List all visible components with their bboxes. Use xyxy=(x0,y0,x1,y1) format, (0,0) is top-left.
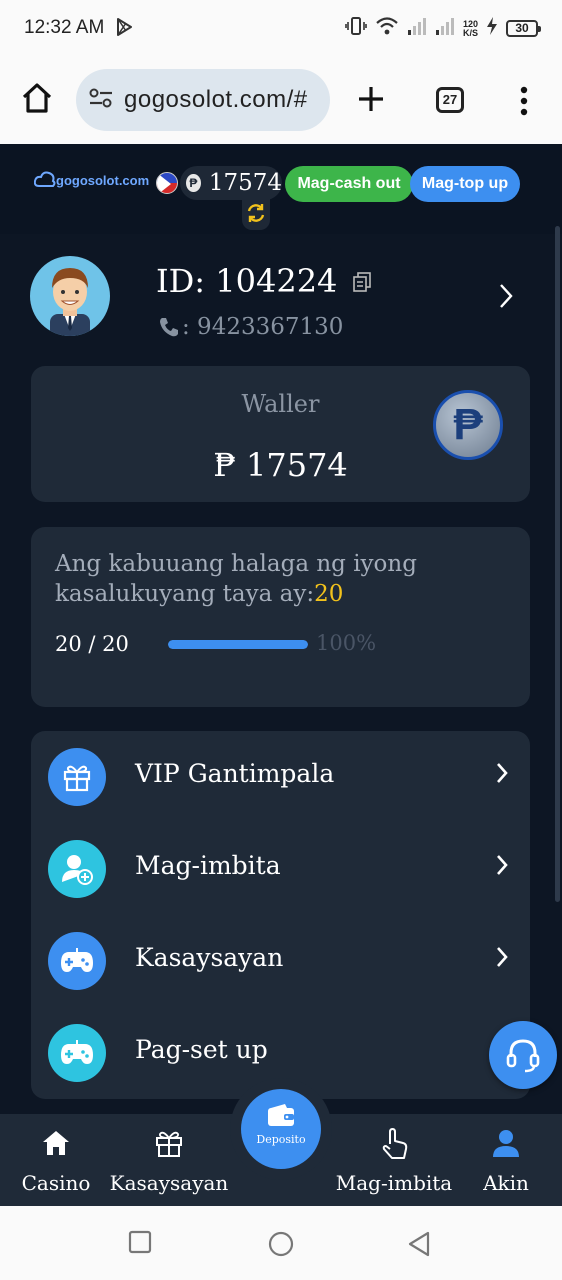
deposit-label: Deposito xyxy=(256,1133,306,1146)
bet-value: 20 xyxy=(314,581,344,607)
customer-support-button[interactable] xyxy=(489,1021,557,1089)
net-speed-unit: K/S xyxy=(462,27,478,38)
add-user-icon xyxy=(48,840,106,898)
vibrate-icon xyxy=(345,16,367,41)
battery-level: 30 xyxy=(506,20,541,37)
headset-icon xyxy=(506,1039,540,1073)
home-icon xyxy=(41,1128,71,1162)
wifi-icon xyxy=(375,16,399,41)
menu-item-invite[interactable]: Mag-imbita xyxy=(31,823,530,915)
bet-description: Ang kabuuang halaga ng iyong kasalukuyan… xyxy=(55,549,475,609)
tab-count[interactable]: 27 xyxy=(436,87,464,113)
menu-item-label: VIP Gantimpala xyxy=(135,759,335,788)
nav-casino-label: Casino xyxy=(21,1171,91,1195)
philippines-flag-icon xyxy=(156,172,178,194)
bet-percent: 100% xyxy=(316,631,377,655)
header-balance: 17574 xyxy=(208,170,282,196)
charging-icon xyxy=(486,16,498,41)
peso-coin-icon: ₱ xyxy=(186,174,201,192)
chevron-right-icon xyxy=(495,761,509,789)
top-up-button[interactable]: Mag-top up xyxy=(410,166,520,202)
nav-casino[interactable]: Casino xyxy=(14,1114,98,1206)
home-circle-icon[interactable] xyxy=(267,1230,295,1262)
peso-coin-icon: ₱ xyxy=(433,390,503,460)
menu-item-label: Pag-set up xyxy=(135,1035,268,1064)
bet-progress-bar xyxy=(168,640,308,649)
site-logo[interactable]: gogosolot.com xyxy=(34,170,149,190)
bet-description-text: Ang kabuuang halaga ng iyong kasalukuyan… xyxy=(55,551,417,607)
user-icon xyxy=(491,1128,521,1162)
phone-icon xyxy=(160,318,178,337)
signal-icon xyxy=(407,17,427,40)
bet-progress-card: Ang kabuuang halaga ng iyong kasalukuyan… xyxy=(31,527,530,707)
back-icon[interactable] xyxy=(406,1230,432,1262)
balance-pill: ₱ 17574 xyxy=(180,166,282,200)
menu-list: VIP Gantimpala Mag-imbita Kasaysayan Pag… xyxy=(31,731,530,1099)
recents-icon[interactable] xyxy=(128,1230,152,1258)
system-icons: 120 K/S 30 xyxy=(345,16,541,41)
nav-me[interactable]: Akin xyxy=(466,1114,546,1206)
deposit-button[interactable]: Deposito xyxy=(241,1089,321,1169)
gift-icon xyxy=(48,748,106,806)
menu-item-vip-rewards[interactable]: VIP Gantimpala xyxy=(31,731,530,823)
nav-me-label: Akin xyxy=(483,1171,529,1195)
status-time: 12:32 AM xyxy=(24,17,105,38)
gamepad-icon xyxy=(48,1024,106,1082)
bet-count: 20 / 20 xyxy=(55,632,129,656)
cash-out-button[interactable]: Mag-cash out xyxy=(285,166,413,202)
menu-item-history[interactable]: Kasaysayan xyxy=(31,915,530,1007)
gamepad-icon xyxy=(48,932,106,990)
profile-chevron-icon[interactable] xyxy=(498,282,514,314)
refresh-balance-button[interactable] xyxy=(242,196,270,230)
address-bar[interactable]: gogosolot.com/# xyxy=(76,69,330,131)
copy-icon[interactable] xyxy=(352,272,372,296)
new-tab-icon[interactable] xyxy=(356,84,386,119)
tap-hand-icon xyxy=(379,1128,409,1164)
wallet-card: Waller ₱ 17574 ₱ xyxy=(31,366,530,502)
play-store-icon xyxy=(114,17,134,42)
nav-history[interactable]: Kasaysayan xyxy=(106,1114,232,1206)
system-navigation-bar xyxy=(0,1206,562,1280)
user-id: ID: 104224 xyxy=(156,262,338,300)
chevron-right-icon xyxy=(495,945,509,973)
home-icon[interactable] xyxy=(20,82,54,119)
logo-cloud-icon xyxy=(34,171,56,187)
refresh-icon xyxy=(247,204,265,222)
menu-item-label: Mag-imbita xyxy=(135,851,281,880)
menu-item-label: Kasaysayan xyxy=(135,943,284,972)
browser-toolbar: gogosolot.com/# 27 xyxy=(0,56,562,144)
gift-icon xyxy=(154,1128,184,1162)
signal-icon-2 xyxy=(435,17,455,40)
nav-history-label: Kasaysayan xyxy=(109,1171,229,1195)
url-text: gogosolot.com/# xyxy=(124,86,308,113)
nav-invite-label: Mag-imbita xyxy=(335,1171,453,1195)
avatar[interactable] xyxy=(30,256,110,336)
phone-number: : 9423367130 xyxy=(182,314,344,340)
status-bar: 12:32 AM 120 K/S 30 xyxy=(0,0,562,56)
site-header: gogosolot.com ₱ 17574 Mag-cash out Mag-t… xyxy=(0,144,562,234)
more-options-icon[interactable] xyxy=(520,86,528,121)
bet-progress-fill xyxy=(168,640,308,649)
logo-text: gogosolot.com xyxy=(56,172,150,188)
chevron-right-icon xyxy=(495,853,509,881)
user-phone: : 9423367130 xyxy=(158,314,343,340)
site-settings-icon[interactable] xyxy=(88,87,114,114)
page-scrollbar[interactable] xyxy=(555,226,560,902)
net-speed: 120 K/S xyxy=(462,19,478,38)
nav-invite[interactable]: Mag-imbita xyxy=(334,1114,454,1206)
wallet-icon xyxy=(267,1103,295,1131)
